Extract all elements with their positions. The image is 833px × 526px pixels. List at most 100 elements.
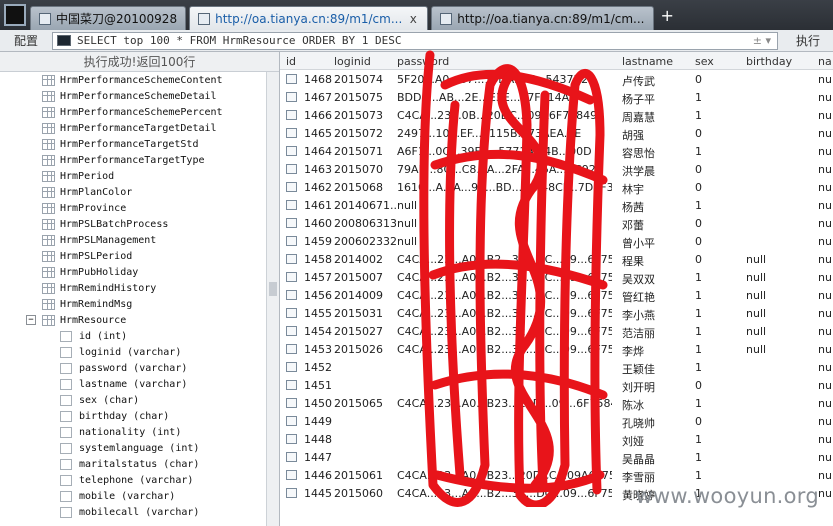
column-icon — [60, 346, 72, 358]
cell-loginid: 2015073 — [334, 109, 383, 122]
tree-item-column[interactable]: password (varchar) — [0, 360, 266, 376]
cell-id: 1446 — [304, 469, 332, 482]
row-icon[interactable] — [286, 74, 297, 84]
tree-item-column[interactable]: telephone (varchar) — [0, 472, 266, 488]
tree-item-column[interactable]: sex (char) — [0, 392, 266, 408]
row-icon[interactable] — [286, 110, 297, 120]
tree-item-column[interactable]: systemlanguage (int) — [0, 440, 266, 456]
cell-na: nul — [818, 361, 833, 374]
row-icon[interactable] — [286, 344, 297, 354]
cell-id: 1462 — [304, 181, 332, 194]
watermark: www.wooyun.org — [635, 484, 819, 508]
tree-item-table[interactable]: HrmPSLPeriod — [0, 248, 266, 264]
row-icon[interactable] — [286, 182, 297, 192]
cell-sex: 0 — [695, 73, 702, 86]
row-icon[interactable] — [286, 200, 297, 210]
row-icon[interactable] — [286, 92, 297, 102]
row-icon[interactable] — [286, 290, 297, 300]
tree-item-table[interactable]: HrmProvince — [0, 200, 266, 216]
tab-chopper[interactable]: 中国菜刀@20100928 — [30, 6, 187, 30]
tree-scrollbar-thumb[interactable] — [269, 282, 277, 296]
tree-item-label: HrmPerformanceTargetDetail — [60, 122, 217, 134]
cell-sex: 0 — [695, 163, 702, 176]
tree-item-table[interactable]: HrmPeriod — [0, 168, 266, 184]
column-icon — [60, 410, 72, 422]
tree-item-label: HrmPSLManagement — [60, 234, 157, 246]
tree-item-table[interactable]: HrmPerformanceTargetDetail — [0, 120, 266, 136]
row-icon[interactable] — [286, 488, 297, 498]
config-button[interactable]: 配置 — [0, 32, 52, 49]
row-icon[interactable] — [286, 308, 297, 318]
tree-item-table[interactable]: HrmRemindMsg — [0, 296, 266, 312]
cell-lastname: 刘开明 — [622, 381, 655, 394]
row-icon[interactable] — [286, 416, 297, 426]
tree-item-column[interactable]: id (int) — [0, 328, 266, 344]
cell-loginid: 2015065 — [334, 397, 383, 410]
column-header-loginid[interactable]: loginid — [334, 55, 371, 68]
column-header-id[interactable]: id — [286, 55, 296, 68]
tree-item-column[interactable]: loginid (varchar) — [0, 344, 266, 360]
tree-item-table[interactable]: HrmPSLBatchProcess — [0, 216, 266, 232]
row-icon[interactable] — [286, 380, 297, 390]
tree-item-label: lastname (varchar) — [79, 378, 188, 390]
tree-item-column[interactable]: mobile (varchar) — [0, 488, 266, 504]
tree-item-table[interactable]: HrmPlanColor — [0, 184, 266, 200]
cell-lastname: 管红艳 — [622, 291, 655, 304]
tab-oa[interactable]: http://oa.tianya.cn:89/m1/cm... — [431, 6, 654, 30]
tree-item-label: HrmResource — [60, 314, 127, 326]
tree-item-table-expanded[interactable]: − HrmResource — [0, 312, 266, 328]
collapse-toggle-icon[interactable]: − — [26, 315, 36, 325]
row-icon[interactable] — [286, 236, 297, 246]
close-icon[interactable]: x — [407, 12, 419, 26]
cell-na: nul — [818, 127, 833, 140]
cell-sex: 0 — [695, 181, 702, 194]
tree-item-table[interactable]: HrmPerformanceTargetStd — [0, 136, 266, 152]
column-header-birthday[interactable]: birthday — [746, 55, 792, 68]
row-icon[interactable] — [286, 128, 297, 138]
row-icon[interactable] — [286, 254, 297, 264]
tree-item-column[interactable]: mobilecall (varchar) — [0, 504, 266, 520]
cell-loginid: 2014009 — [334, 289, 383, 302]
row-icon[interactable] — [286, 326, 297, 336]
tab-oa-active[interactable]: http://oa.tianya.cn:89/m1/cm... x — [189, 6, 429, 30]
new-tab-button[interactable]: + — [661, 6, 674, 25]
window-menu-icon[interactable] — [4, 4, 26, 26]
column-header-na[interactable]: na — [818, 55, 832, 68]
page-icon — [198, 12, 211, 25]
tree-item-table[interactable]: HrmRemindHistory — [0, 280, 266, 296]
row-icon[interactable] — [286, 470, 297, 480]
column-header-lastname[interactable]: lastname — [622, 55, 673, 68]
row-icon[interactable] — [286, 272, 297, 282]
tree-item-column[interactable]: lastname (varchar) — [0, 376, 266, 392]
row-icon[interactable] — [286, 434, 297, 444]
tree-item-column[interactable]: nationality (int) — [0, 424, 266, 440]
row-icon[interactable] — [286, 218, 297, 228]
sql-dropdown-controls[interactable]: ± ▾ — [753, 34, 771, 47]
tree-item-table[interactable]: HrmPerformanceTargetType — [0, 152, 266, 168]
row-icon[interactable] — [286, 146, 297, 156]
tab-label: http://oa.tianya.cn:89/m1/cm... — [457, 11, 645, 26]
row-icon[interactable] — [286, 452, 297, 462]
schema-panel: 执行成功!返回100行 HrmPerformanceSchemeContent H… — [0, 52, 280, 526]
column-icon — [60, 394, 72, 406]
column-icon — [60, 458, 72, 470]
cell-id: 1465 — [304, 127, 332, 140]
execute-button[interactable]: 执行 — [784, 32, 832, 49]
tree-scrollbar[interactable] — [266, 72, 279, 526]
column-header-sex[interactable]: sex — [695, 55, 714, 68]
table-icon — [42, 74, 55, 86]
tree-item-table[interactable]: HrmPerformanceSchemeDetail — [0, 88, 266, 104]
row-icon[interactable] — [286, 164, 297, 174]
tree-item-table[interactable]: HrmPubHoliday — [0, 264, 266, 280]
cell-na: nul — [818, 325, 833, 338]
tree-item-column[interactable]: maritalstatus (char) — [0, 456, 266, 472]
table-icon — [42, 282, 55, 294]
row-icon[interactable] — [286, 398, 297, 408]
tree-item-table[interactable]: HrmPerformanceSchemePercent — [0, 104, 266, 120]
tree-item-table[interactable]: HrmPerformanceSchemeContent — [0, 72, 266, 88]
row-icon[interactable] — [286, 362, 297, 372]
cell-id: 1466 — [304, 109, 332, 122]
tree-item-table[interactable]: HrmPSLManagement — [0, 232, 266, 248]
cell-sex: 1 — [695, 433, 702, 446]
tree-item-column[interactable]: birthday (char) — [0, 408, 266, 424]
